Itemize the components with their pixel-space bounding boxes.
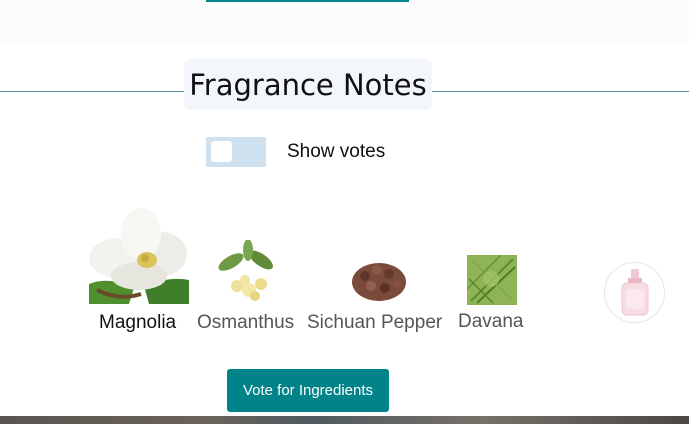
note-label: Magnolia xyxy=(99,312,177,333)
section-heading-box: Fragrance Notes xyxy=(184,59,432,110)
toggle-knob xyxy=(211,141,232,162)
note-label: Davana xyxy=(458,311,524,332)
magnolia-image xyxy=(89,206,189,304)
vote-for-ingredients-button[interactable]: Vote for Ingredients xyxy=(227,369,389,412)
osmanthus-image xyxy=(215,240,281,304)
davana-image xyxy=(467,255,517,305)
note-davana[interactable]: Davana xyxy=(457,255,529,336)
note-magnolia[interactable]: Magnolia xyxy=(89,206,189,336)
top-accent-line xyxy=(206,0,409,2)
note-label: Osmanthus xyxy=(197,312,295,333)
note-label: Sichuan Pepper xyxy=(307,312,443,333)
perfume-bottle-image[interactable] xyxy=(604,262,665,323)
sichuan-pepper-image xyxy=(351,252,407,304)
show-votes-toggle[interactable] xyxy=(206,137,266,167)
show-votes-label: Show votes xyxy=(287,141,386,162)
note-sichuan-pepper[interactable]: Sichuan Pepper xyxy=(307,252,452,336)
note-osmanthus[interactable]: Osmanthus xyxy=(197,240,301,336)
background-photo-strip xyxy=(0,416,689,424)
section-title: Fragrance Notes xyxy=(189,67,427,102)
